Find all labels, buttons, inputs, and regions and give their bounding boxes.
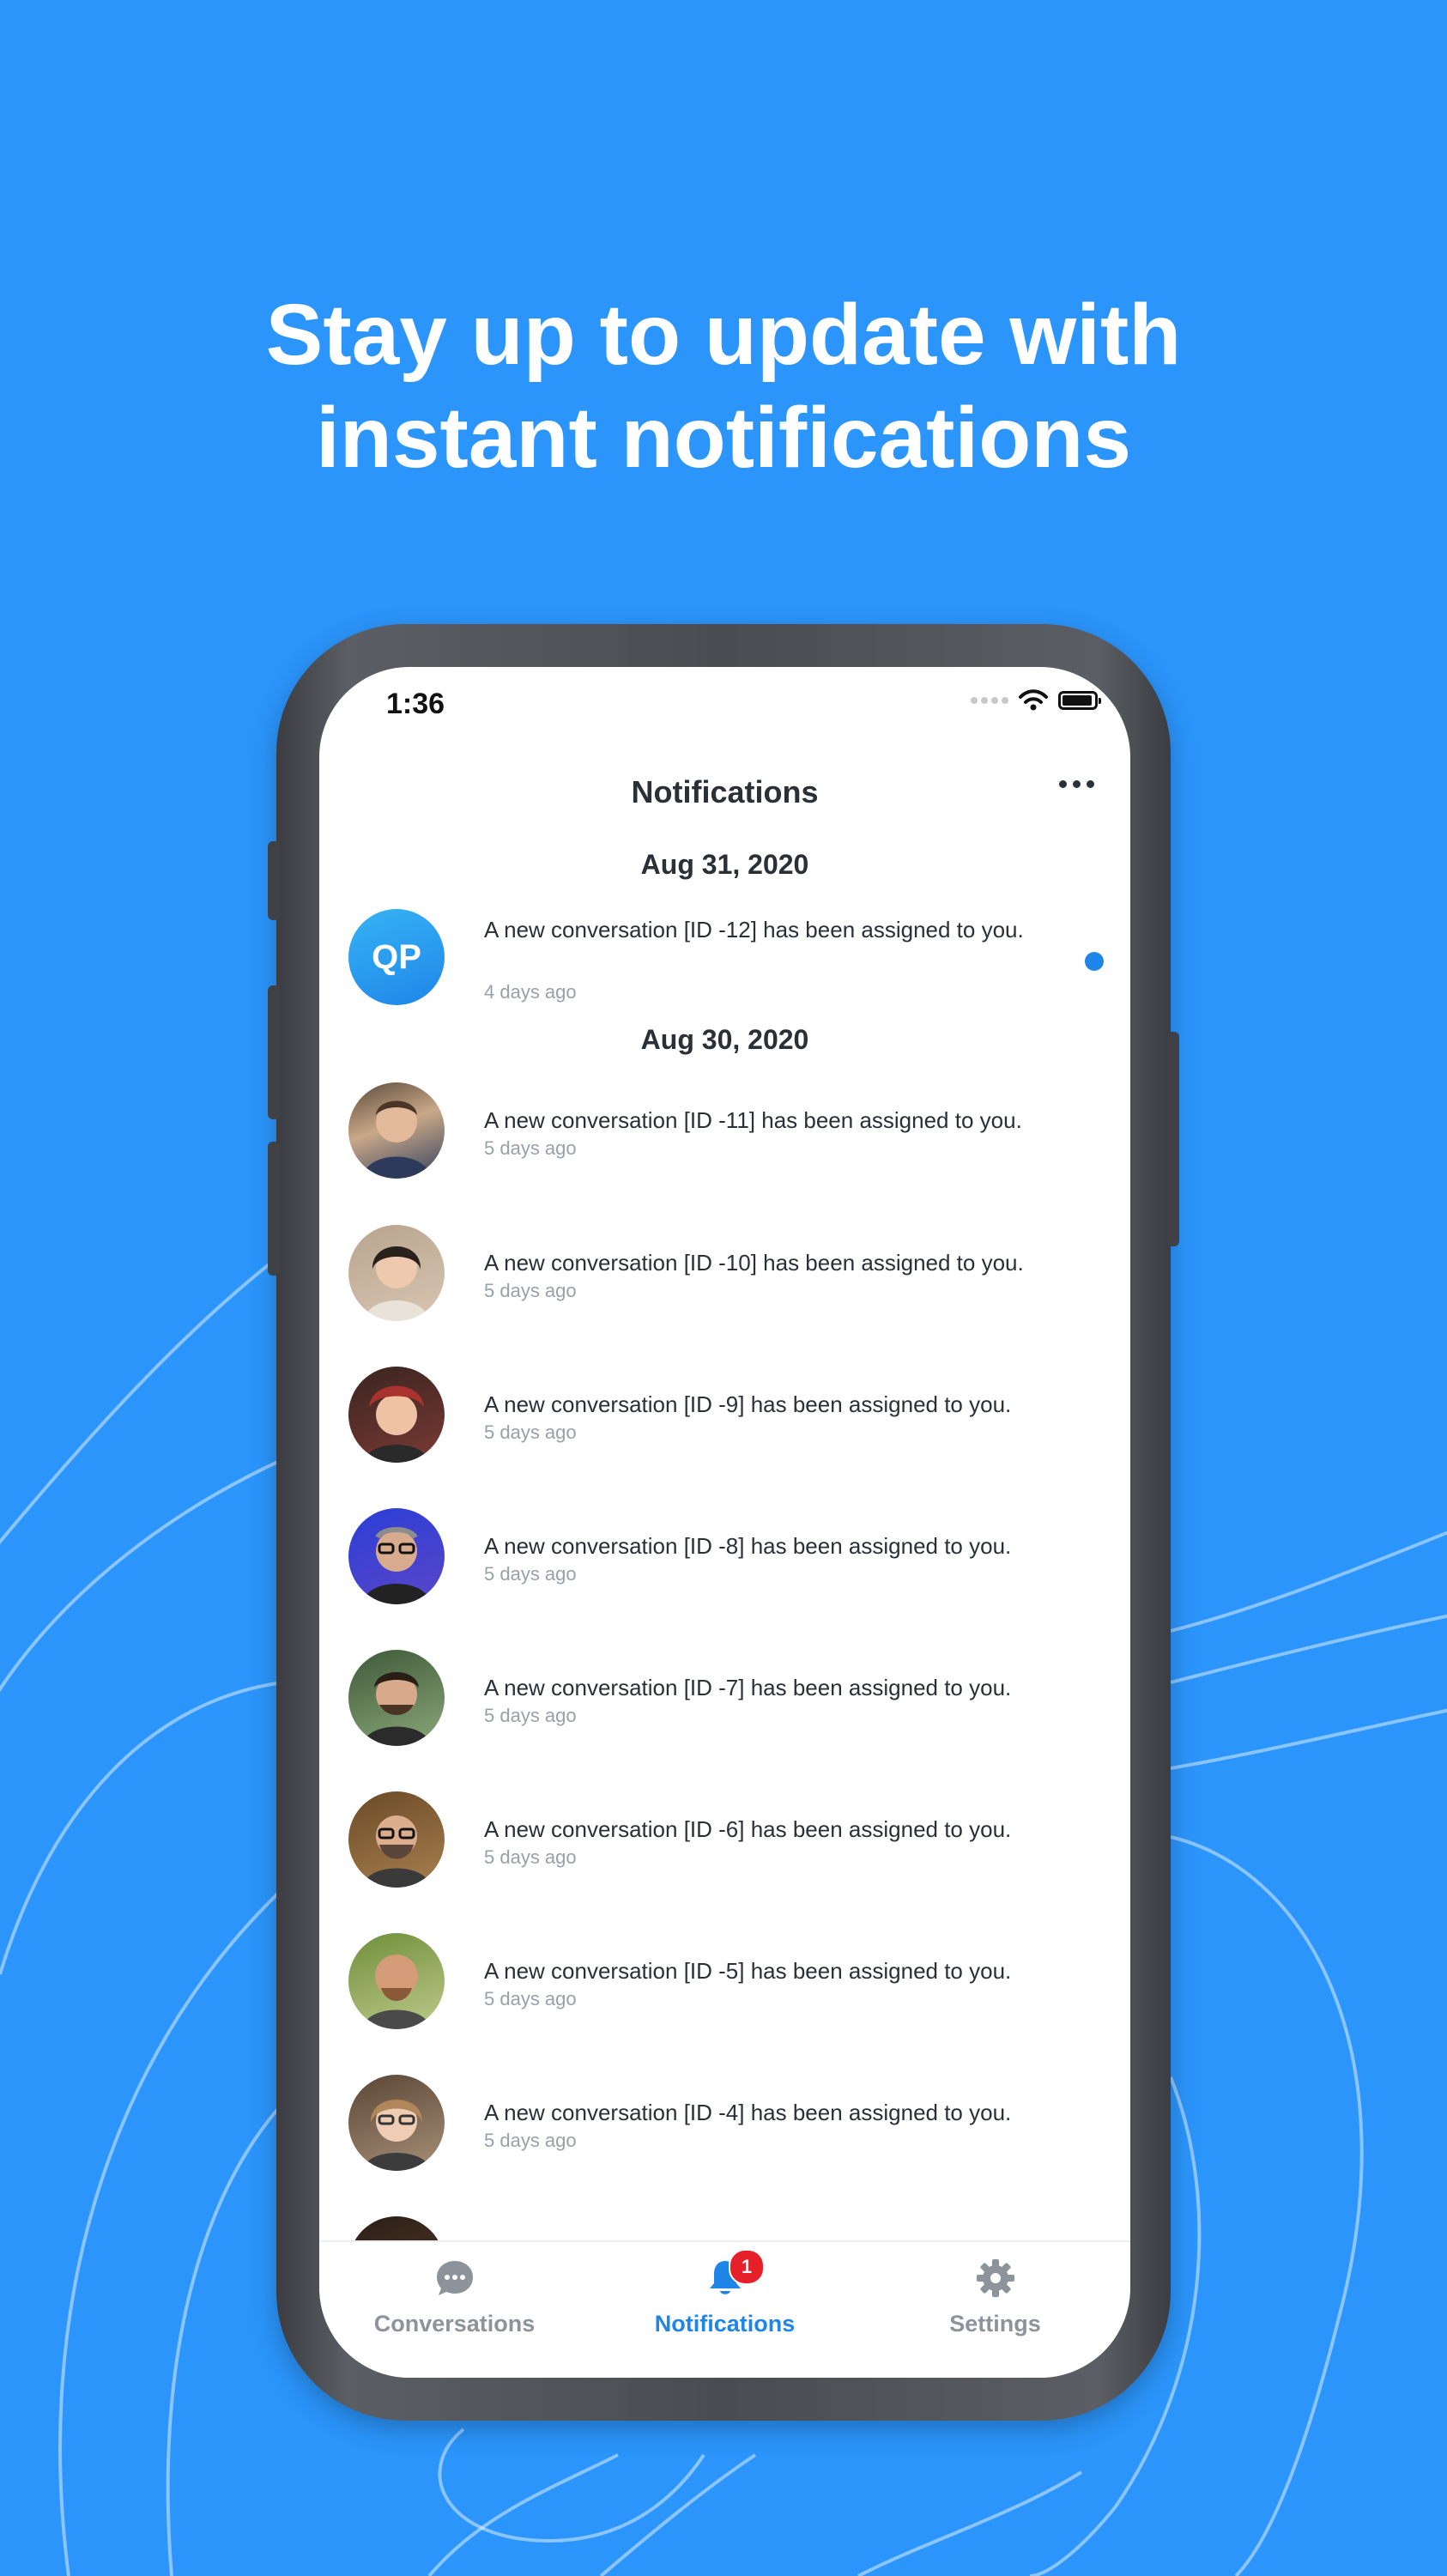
date-header: Aug 30, 2020 [640,1024,809,1055]
notification-badge: 1 [729,2249,765,2285]
person-icon [362,2100,431,2171]
person-icon [364,1246,429,1321]
notification-time: 5 days ago [484,1988,577,2009]
notification-item[interactable]: A new conversation [ID -10] has been ass… [348,1225,1104,1328]
notification-message: A new conversation [ID -6] has been assi… [484,1816,1012,1842]
notification-message: A new conversation [ID -12] has been ass… [484,917,1024,943]
notification-time: 5 days ago [484,1563,577,1585]
notification-message: A new conversation [ID -7] has been assi… [484,1675,1012,1700]
person-icon [362,1955,431,2029]
avatar [348,1082,445,1179]
avatar [348,1225,445,1321]
notification-time: 5 days ago [484,1280,577,1301]
status-time: 1:36 [386,688,445,720]
avatar [348,1650,445,1746]
status-icons [971,689,1101,712]
notification-message: A new conversation [ID -11] has been ass… [484,1107,1022,1133]
notification-message: A new conversation [ID -4] has been assi… [484,2100,1012,2125]
person-icon [362,1527,431,1604]
date-header: Aug 31, 2020 [640,849,809,880]
notification-item[interactable]: A new conversation [ID -5] has been assi… [348,1933,1104,2036]
signal-icon [971,697,1008,704]
person-icon [362,1100,431,1179]
notification-message: A new conversation [ID -8] has been assi… [484,1533,1012,1559]
phone-power-button [1167,1032,1179,1246]
avatar-initials: QP [372,937,421,976]
person-icon [364,1385,429,1463]
tab-conversations[interactable]: Conversations [319,2242,590,2378]
avatar [348,1508,445,1604]
notification-item[interactable]: A new conversation [ID -8] has been assi… [348,1508,1104,1611]
tab-label: Notifications [654,2311,796,2337]
avatar [348,1791,445,1888]
notification-message: A new conversation [ID -10] has been ass… [484,1250,1024,1276]
notification-item[interactable]: A new conversation [ID -11] has been ass… [348,1082,1104,1185]
tab-label: Settings [949,2311,1041,2337]
notification-item[interactable]: A new conversation [ID -4] has been assi… [348,2075,1104,2178]
gear-icon [976,2259,1014,2297]
notification-item[interactable]: A new conversation [ID -6] has been assi… [348,1791,1104,1894]
tab-notifications[interactable]: 1 Notifications [590,2242,860,2378]
notification-time: 5 days ago [484,1705,577,1726]
notification-time: 5 days ago [484,1137,577,1159]
tab-bar: Conversations 1 Notifications Settings [319,2240,1130,2378]
notification-message: A new conversation [ID -5] has been assi… [484,1958,1012,1984]
notification-time: 5 days ago [484,2130,577,2151]
avatar [348,1367,445,1463]
notification-message: A new conversation [ID -9] has been assi… [484,1391,1012,1417]
notification-item[interactable]: A new conversation [ID -7] has been assi… [348,1650,1104,1753]
headline-line-1: Stay up to update with [265,287,1182,383]
notification-item[interactable]: A new conversation [ID -9] has been assi… [348,1367,1104,1470]
headline-line-2: instant notifications [316,390,1131,486]
person-icon [362,1672,431,1746]
phone-volume-down [268,1142,280,1276]
avatar: QP [348,909,445,1005]
wifi-icon [1019,689,1048,711]
tab-settings[interactable]: Settings [860,2242,1130,2378]
more-options-button[interactable] [1059,780,1094,788]
phone-screen: 1:36 Notifications Aug 31, 2020 QP A new… [319,667,1130,2378]
unread-indicator [1085,952,1104,971]
avatar [348,2075,445,2171]
person-icon [362,1815,431,1888]
chat-bubble-icon [436,2261,473,2295]
notification-time: 5 days ago [484,1846,577,1868]
phone-volume-up [268,985,280,1119]
notification-item[interactable]: QP A new conversation [ID -12] has been … [348,907,1104,1019]
notification-time: 5 days ago [484,1421,577,1443]
tab-label: Conversations [373,2311,536,2337]
headline: Stay up to update with instant notificat… [0,283,1447,489]
phone-mute-switch [268,841,280,920]
avatar [348,1933,445,2029]
notification-time: 4 days ago [484,981,577,1003]
page-title: Notifications [631,774,819,809]
battery-icon [1058,691,1101,710]
